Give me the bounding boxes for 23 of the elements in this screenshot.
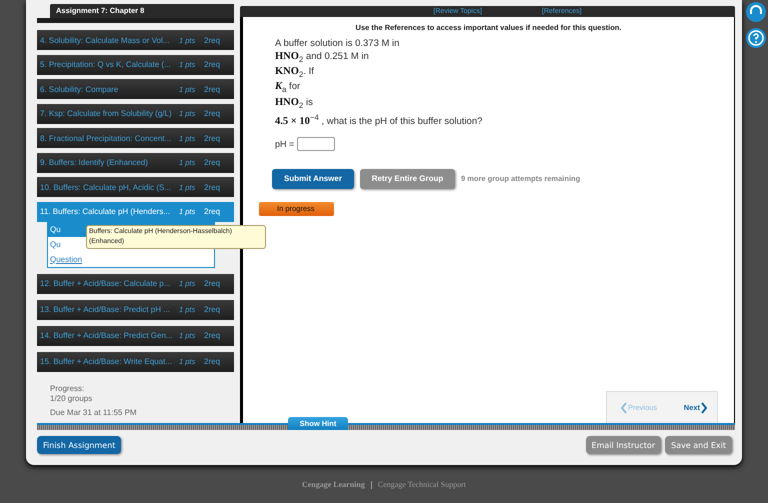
footer-link[interactable]: Cengage Learning bbox=[298, 480, 368, 489]
help-icon[interactable] bbox=[746, 28, 766, 48]
submit-button[interactable]: Submit Answer bbox=[272, 168, 354, 189]
question-text: K$_{a}$ for bbox=[275, 81, 302, 96]
question-text: HNO$_{2}$ and 0.251 M in bbox=[275, 50, 370, 66]
footer-button[interactable]: Save and Exit bbox=[665, 436, 732, 454]
answer-label: pH = bbox=[275, 138, 294, 149]
answer-field[interactable] bbox=[297, 136, 336, 151]
headset-icon[interactable] bbox=[746, 2, 766, 22]
footer-button[interactable]: Finish Assignment bbox=[37, 436, 122, 454]
progress-value: 1/20 groups bbox=[50, 394, 94, 404]
question-text: A buffer solution is 0.373 M in bbox=[275, 38, 400, 50]
question-text: KNO$_{2}$. If bbox=[275, 66, 315, 81]
chevron-icon bbox=[621, 402, 627, 414]
question-part-link[interactable]: Question bbox=[48, 252, 214, 266]
footer-button[interactable]: Email Instructor bbox=[586, 436, 662, 454]
question-text: HNO$_{2}$ is bbox=[275, 96, 314, 112]
retry-button[interactable]: Retry Entire Group bbox=[360, 168, 455, 189]
footer-link[interactable]: Cengage Technical Support bbox=[374, 480, 470, 489]
progress-label: Progress: bbox=[50, 384, 86, 394]
question-text: 4.5 × 10$^{−4}$ , what is the pH of this buffer solution? bbox=[275, 112, 484, 129]
chevron-icon bbox=[701, 402, 707, 414]
due-date: Due Mar 31 at 11:55 PM bbox=[50, 408, 138, 418]
